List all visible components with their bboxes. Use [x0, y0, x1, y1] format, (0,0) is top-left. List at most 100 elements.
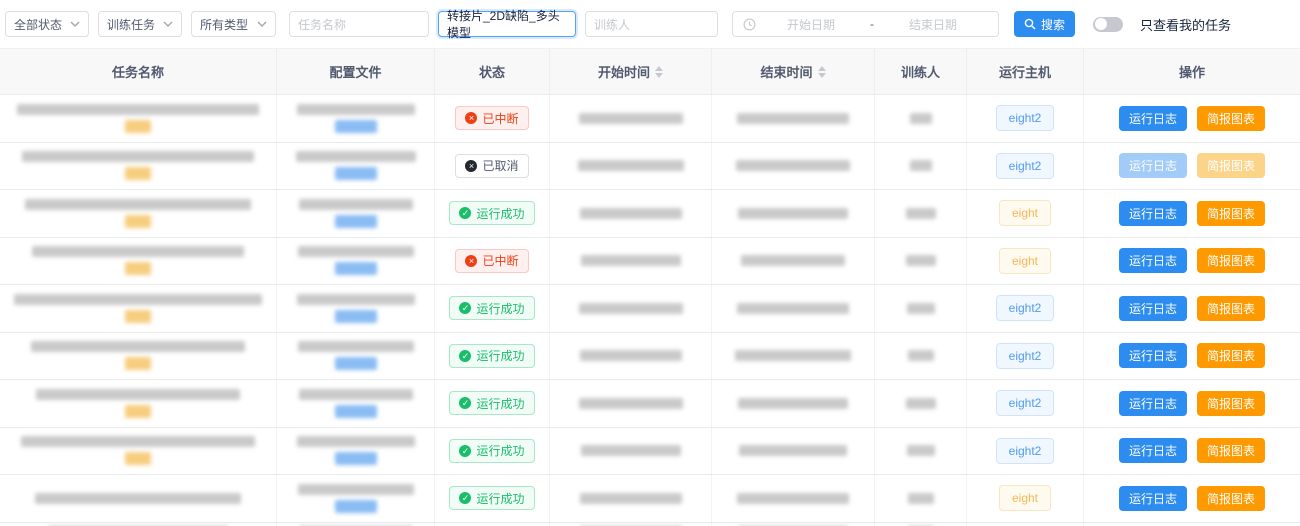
run-log-button[interactable]: 运行日志 — [1119, 296, 1187, 321]
redacted-start-time — [579, 303, 683, 314]
config-file-link[interactable] — [335, 120, 377, 133]
run-log-button[interactable]: 运行日志 — [1119, 248, 1187, 273]
cell-config-file — [277, 95, 435, 142]
cell-end-time — [712, 95, 875, 142]
report-chart-button[interactable]: 简报图表 — [1197, 343, 1265, 368]
cell-task-name — [0, 333, 277, 380]
task-name-input[interactable]: 任务名称 — [289, 11, 429, 37]
status-label: 已中断 — [482, 110, 518, 127]
cell-end-time — [712, 190, 875, 237]
status-icon: × — [465, 112, 477, 124]
cell-actions: 运行日志简报图表 — [1084, 238, 1300, 285]
run-log-button[interactable]: 运行日志 — [1119, 391, 1187, 416]
redacted-task-name — [32, 246, 244, 257]
redacted-config-name — [298, 484, 414, 495]
status-badge: ✓运行成功 — [449, 201, 534, 225]
redacted-task-name — [25, 199, 251, 210]
chevron-down-icon — [70, 21, 80, 28]
cell-host: eight2 — [967, 380, 1084, 427]
cell-actions: 运行日志简报图表 — [1084, 190, 1300, 237]
redacted-config-name — [299, 389, 413, 400]
config-file-link[interactable] — [335, 500, 377, 513]
config-file-link[interactable] — [335, 452, 377, 465]
cell-task-name — [0, 190, 277, 237]
redacted-start-time — [580, 350, 682, 361]
cell-actions: 运行日志简报图表 — [1084, 475, 1300, 522]
table-row: ✓运行成功eight2运行日志简报图表 — [0, 333, 1300, 381]
redacted-task-name — [22, 151, 254, 162]
report-chart-button: 简报图表 — [1197, 153, 1265, 178]
redacted-task-name — [31, 341, 245, 352]
config-file-link[interactable] — [335, 405, 377, 418]
status-label: 运行成功 — [476, 490, 524, 507]
status-label: 运行成功 — [476, 347, 524, 364]
run-log-button: 运行日志 — [1119, 153, 1187, 178]
config-file-link[interactable] — [335, 262, 377, 275]
report-chart-button[interactable]: 简报图表 — [1197, 201, 1265, 226]
run-log-button[interactable]: 运行日志 — [1119, 486, 1187, 511]
redacted-end-time — [738, 208, 848, 219]
config-file-link[interactable] — [335, 167, 377, 180]
redacted-config-name — [297, 104, 415, 115]
table-header: 任务名称 配置文件 状态 开始时间 结束时间 训练人 运行主机 操作 — [0, 48, 1300, 95]
end-date-placeholder[interactable]: 结束日期 — [878, 16, 988, 33]
report-chart-button[interactable]: 简报图表 — [1197, 106, 1265, 131]
sort-carets-icon[interactable] — [655, 66, 663, 78]
cell-end-time — [712, 285, 875, 332]
start-date-placeholder[interactable]: 开始日期 — [756, 16, 866, 33]
cell-config-file — [277, 380, 435, 427]
category-select-value: 所有类型 — [200, 16, 248, 33]
report-chart-button[interactable]: 简报图表 — [1197, 248, 1265, 273]
status-select[interactable]: 全部状态 — [5, 11, 89, 37]
redacted-end-time — [737, 303, 849, 314]
run-log-button[interactable]: 运行日志 — [1119, 438, 1187, 463]
report-chart-button[interactable]: 简报图表 — [1197, 296, 1265, 321]
redacted-task-name — [36, 389, 240, 400]
config-file-link[interactable] — [335, 215, 377, 228]
search-button[interactable]: 搜索 — [1014, 11, 1075, 37]
cell-end-time — [712, 238, 875, 285]
cell-status: ✓运行成功 — [435, 285, 550, 332]
status-select-value: 全部状态 — [14, 16, 62, 33]
cell-trainer — [875, 428, 967, 475]
model-search-input[interactable]: 转接片_2D缺陷_多头模型 — [438, 11, 576, 37]
sort-carets-icon[interactable] — [818, 66, 826, 78]
cell-start-time — [550, 523, 712, 526]
run-log-button[interactable]: 运行日志 — [1119, 106, 1187, 131]
cell-start-time — [550, 428, 712, 475]
redacted-trainer — [906, 208, 936, 219]
redacted-task-tag — [125, 310, 151, 323]
date-range-picker[interactable]: 开始日期 - 结束日期 — [732, 11, 999, 37]
cell-host: eight2 — [967, 285, 1084, 332]
status-badge: ✓运行成功 — [449, 296, 534, 320]
trainer-input[interactable]: 训练人 — [585, 11, 718, 37]
cell-host: eight2 — [967, 523, 1084, 526]
header-end-time[interactable]: 结束时间 — [712, 49, 875, 94]
status-icon: × — [465, 160, 477, 172]
status-icon: × — [465, 255, 477, 267]
status-badge: ✓运行成功 — [449, 486, 534, 510]
date-range-separator: - — [866, 17, 878, 31]
config-file-link[interactable] — [335, 310, 377, 323]
category-select[interactable]: 所有类型 — [191, 11, 276, 37]
config-file-link[interactable] — [335, 357, 377, 370]
status-badge: × 已中断 — [455, 106, 528, 130]
header-start-time[interactable]: 开始时间 — [550, 49, 712, 94]
status-label: 运行成功 — [476, 442, 524, 459]
my-tasks-toggle[interactable] — [1093, 17, 1123, 32]
run-log-button[interactable]: 运行日志 — [1119, 343, 1187, 368]
cell-actions: 运行日志简报图表 — [1084, 143, 1300, 190]
cell-start-time — [550, 380, 712, 427]
header-status: 状态 — [435, 49, 550, 94]
my-tasks-toggle-label: 只查看我的任务 — [1140, 15, 1231, 34]
report-chart-button[interactable]: 简报图表 — [1197, 486, 1265, 511]
report-chart-button[interactable]: 简报图表 — [1197, 391, 1265, 416]
host-badge: eight — [999, 200, 1051, 226]
task-type-select[interactable]: 训练任务 — [98, 11, 182, 37]
cell-host: eight2 — [967, 143, 1084, 190]
cell-status: ×已取消 — [435, 143, 550, 190]
run-log-button[interactable]: 运行日志 — [1119, 201, 1187, 226]
cell-task-name — [0, 475, 277, 522]
report-chart-button[interactable]: 简报图表 — [1197, 438, 1265, 463]
cell-status: ✓运行成功 — [435, 380, 550, 427]
